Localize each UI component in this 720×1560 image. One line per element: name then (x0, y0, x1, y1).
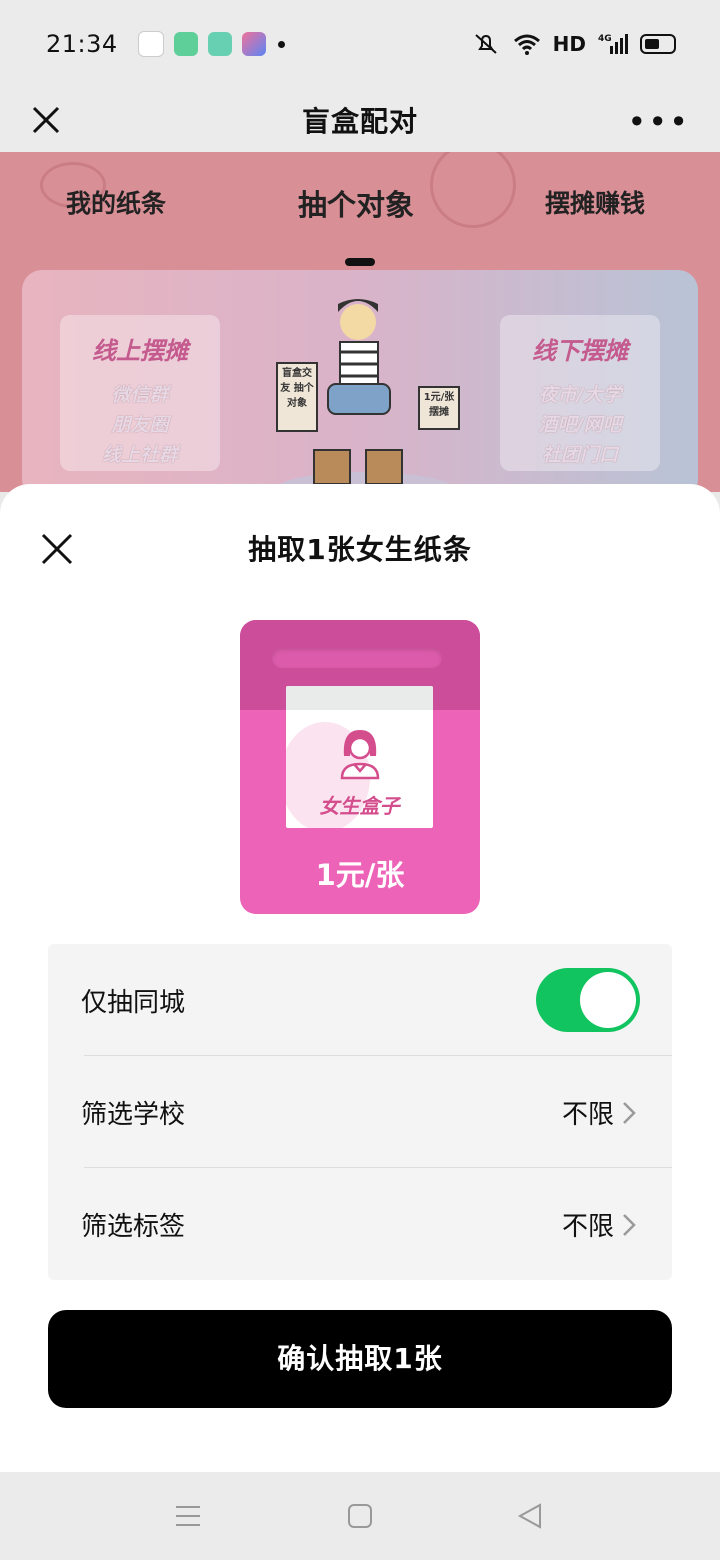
girl-avatar-icon (340, 730, 380, 780)
tag-filter-value[interactable]: 不限 (562, 1206, 636, 1243)
online-stall-card: 线上摆摊 微信群 朋友圈 线上社群 (60, 315, 220, 471)
offline-stall-line: 夜市/大学 (538, 384, 622, 406)
nav-bar: 盲盒配对 ••• (0, 88, 720, 152)
offline-stall-title: 线下摆摊 (532, 337, 628, 365)
box-slot (272, 648, 442, 668)
offline-stall-line: 酒吧/网吧 (538, 414, 622, 436)
page-title: 盲盒配对 (301, 105, 418, 138)
chevron-right-icon (623, 1101, 636, 1124)
stall-sign-right: 1元/张 摆摊 (418, 386, 460, 430)
signal-icon: 4G (598, 34, 628, 54)
system-nav-bar (0, 1472, 720, 1560)
toggle-knob (580, 972, 636, 1028)
confirm-draw-button[interactable]: 确认抽取1张 (48, 1310, 672, 1408)
network-label: HD (552, 32, 586, 56)
school-filter-value-text: 不限 (561, 1100, 614, 1130)
filter-row-same-city: 仅抽同城 (48, 944, 672, 1056)
promo-banner[interactable]: 线上摆摊 微信群 朋友圈 线上社群 盲盒交友 抽个对象 1元/张 摆摊 线下摆摊 (22, 270, 698, 492)
box-label: 女生盒子 (319, 794, 400, 818)
status-bar: 21:34 HD 4G (0, 0, 720, 88)
top-tabs: 我的纸条 抽个对象 摆摊赚钱 (0, 182, 720, 266)
online-stall-line: 微信群 (111, 384, 169, 406)
home-icon[interactable] (346, 1502, 374, 1530)
stall-sign-left: 盲盒交友 抽个对象 (276, 362, 318, 432)
offline-stall-line: 社团门口 (541, 444, 618, 466)
mute-icon (474, 34, 497, 54)
filter-row-tags[interactable]: 筛选标签 不限 (48, 1168, 672, 1280)
note-paper: 女生盒子 (286, 686, 433, 828)
school-filter-value[interactable]: 不限 (562, 1094, 636, 1131)
box-price: 1元/张 (315, 858, 405, 892)
paper-flap (286, 686, 433, 710)
filter-group: 仅抽同城 筛选学校 不限 筛选标签 不限 (48, 944, 672, 1280)
tab-indicator (345, 258, 375, 266)
back-icon[interactable] (516, 1502, 544, 1530)
same-city-toggle[interactable] (536, 968, 640, 1032)
online-stall-title: 线上摆摊 (92, 337, 188, 365)
online-stall-line: 线上社群 (101, 444, 178, 466)
battery-icon (640, 34, 676, 54)
wifi-icon (513, 34, 540, 55)
tag-filter-label: 筛选标签 (81, 1212, 186, 1242)
news-app-icon (137, 31, 164, 57)
draw-note-sheet: 抽取1张女生纸条 女生盒子 1元/张 仅抽同城 筛选学校 不限 筛选标签 不限 … (0, 484, 720, 1472)
online-stall-line: 朋友圈 (111, 414, 169, 436)
chevron-right-icon (623, 1213, 636, 1236)
tab-my-notes[interactable]: 我的纸条 (66, 184, 166, 220)
tab-earn-money[interactable]: 摆摊赚钱 (545, 184, 645, 220)
menu-icon[interactable] (174, 1502, 202, 1530)
same-city-label: 仅抽同城 (81, 988, 186, 1018)
stall-illustration: 盲盒交友 抽个对象 1元/张 摆摊 (270, 290, 460, 492)
message-app-icon (207, 32, 232, 56)
notification-dot-icon (277, 40, 285, 48)
pen-app-icon (241, 32, 266, 56)
filter-row-school[interactable]: 筛选学校 不限 (48, 1056, 672, 1168)
status-time: 21:34 (46, 30, 118, 58)
sheet-title: 抽取1张女生纸条 (248, 533, 472, 566)
background-page: 我的纸条 抽个对象 摆摊赚钱 线上摆摊 微信群 朋友圈 线上社群 盲盒交友 抽个… (0, 152, 720, 492)
signal-label: 4G (598, 34, 612, 44)
close-icon[interactable] (24, 98, 68, 142)
tab-draw-partner[interactable]: 抽个对象 (298, 182, 414, 224)
more-menu-icon[interactable]: ••• (627, 106, 690, 138)
girl-blind-box[interactable]: 女生盒子 1元/张 (240, 620, 480, 914)
school-filter-label: 筛选学校 (81, 1100, 186, 1130)
offline-stall-card: 线下摆摊 夜市/大学 酒吧/网吧 社团门口 (500, 315, 660, 471)
phone-app-icon (173, 32, 198, 56)
tag-filter-value-text: 不限 (561, 1212, 614, 1242)
